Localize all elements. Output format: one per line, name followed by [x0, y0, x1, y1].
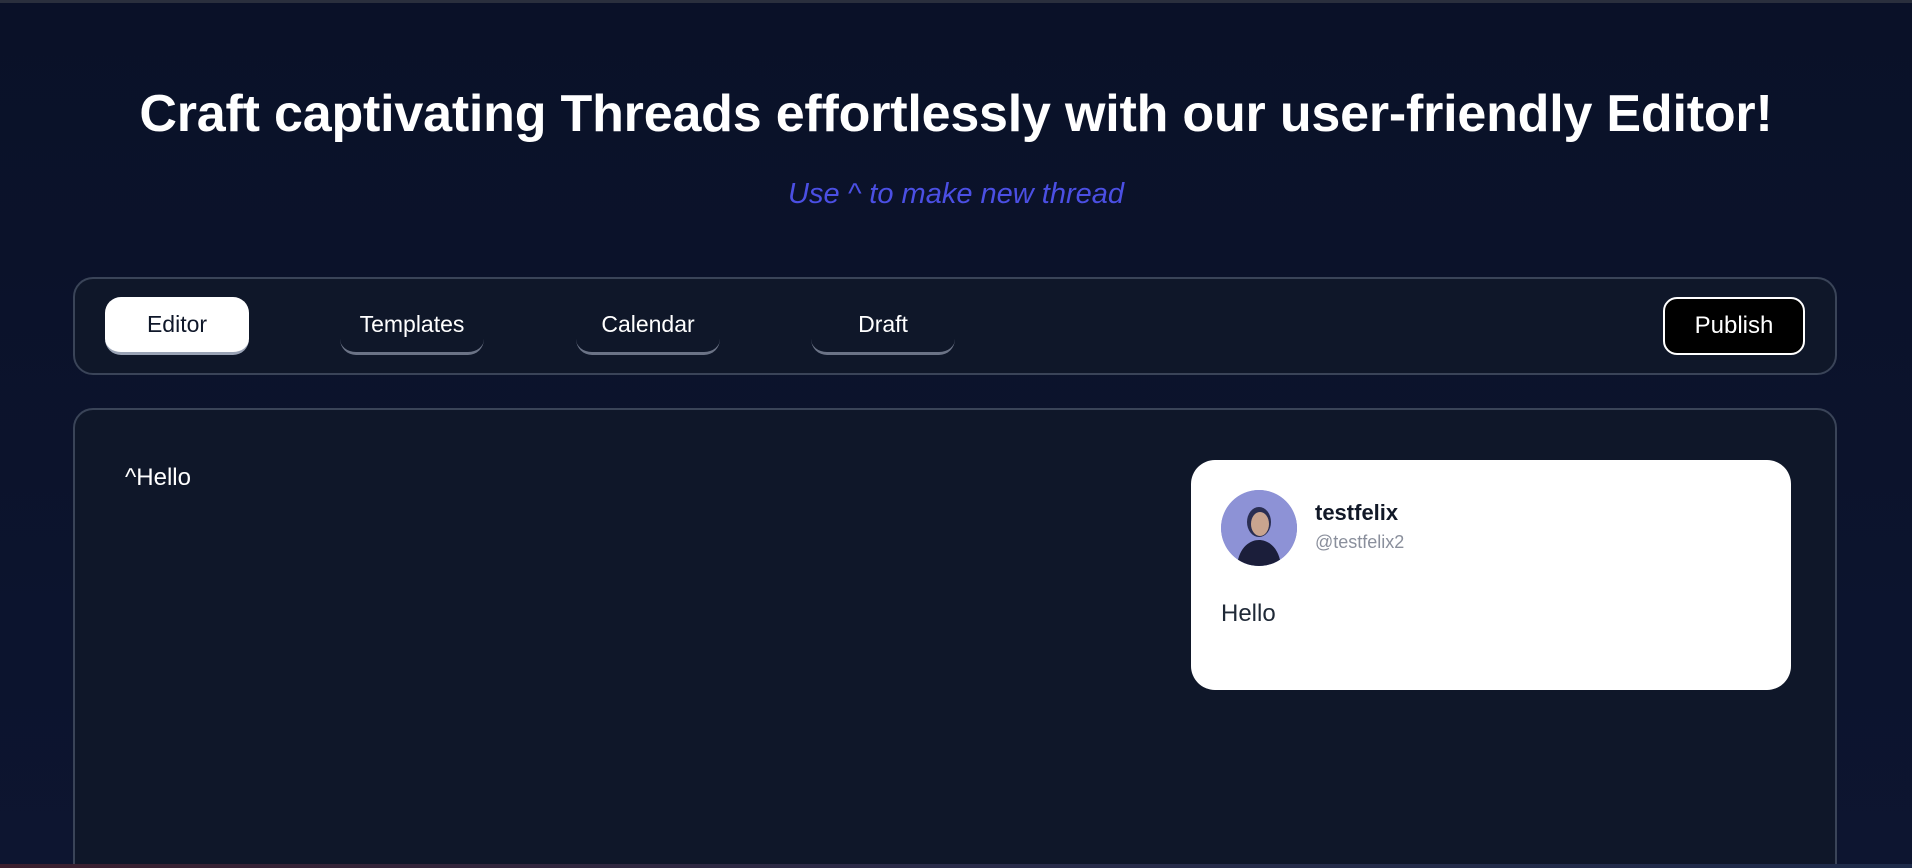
- tab-bar: Editor Templates Calendar Draft Publish: [73, 277, 1837, 375]
- thread-editor-textarea[interactable]: ^Hello: [125, 464, 1125, 864]
- tab-calendar[interactable]: Calendar: [576, 297, 720, 355]
- editor-panel: ^Hello testfelix @testfelix2 Hello: [73, 408, 1837, 868]
- thread-hint: Use ^ to make new thread: [788, 178, 1124, 210]
- publish-button[interactable]: Publish: [1663, 297, 1805, 355]
- bottom-divider: [0, 864, 1912, 868]
- preview-username: testfelix: [1315, 500, 1399, 525]
- page-title: Craft captivating Threads effortlessly w…: [139, 85, 1773, 143]
- top-divider: [0, 0, 1912, 3]
- tab-draft[interactable]: Draft: [811, 297, 955, 355]
- tab-templates[interactable]: Templates: [340, 297, 484, 355]
- app-page: Craft captivating Threads effortlessly w…: [0, 0, 1912, 868]
- user-avatar-icon: [1221, 490, 1297, 566]
- tab-editor[interactable]: Editor: [105, 297, 249, 355]
- thread-preview-card: testfelix @testfelix2 Hello: [1191, 460, 1791, 690]
- preview-handle: @testfelix2: [1315, 532, 1405, 552]
- preview-post-text: Hello: [1221, 600, 1276, 627]
